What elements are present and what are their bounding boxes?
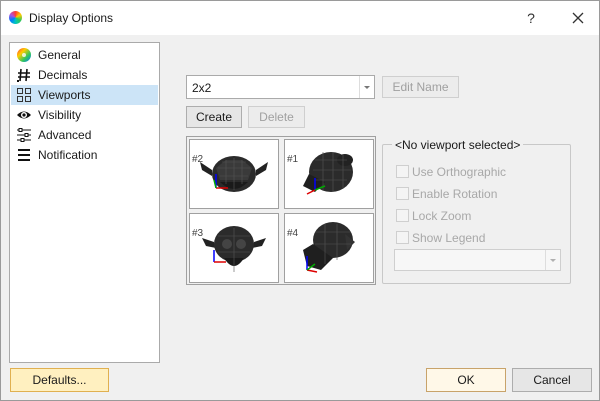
close-icon[interactable] — [565, 7, 591, 29]
sidebar-item-viewports[interactable]: Viewports — [11, 85, 158, 105]
sidebar-item-label: Decimals — [38, 68, 88, 82]
group-title: <No viewport selected> — [392, 138, 524, 152]
eye-icon — [16, 107, 32, 123]
sidebar-nav: General Decimals Viewports Visibility Ad… — [9, 42, 160, 363]
edit-name-button[interactable]: Edit Name — [382, 76, 459, 98]
sidebar-item-decimals[interactable]: Decimals — [11, 65, 158, 85]
create-button[interactable]: Create — [186, 106, 242, 128]
legend-select[interactable] — [394, 249, 561, 271]
sliders-icon — [16, 127, 32, 143]
monkey-head-icon — [200, 156, 268, 192]
show-legend-checkbox[interactable] — [396, 231, 409, 244]
checkbox-label: Show Legend — [412, 231, 486, 245]
hash-icon — [16, 67, 32, 83]
sidebar-item-label: Notification — [38, 148, 98, 162]
sidebar-item-notification[interactable]: Notification — [11, 145, 158, 165]
viewport-label: #1 — [287, 154, 299, 165]
display-options-dialog: Display Options ? General Decimals Viewp… — [0, 0, 600, 401]
delete-button[interactable]: Delete — [248, 106, 305, 128]
viewport-grid: #2 #1 #3 #4 — [186, 136, 376, 285]
viewport-cell[interactable]: #1 — [284, 139, 374, 209]
viewport-label: #4 — [287, 228, 299, 239]
help-button[interactable]: ? — [519, 7, 543, 29]
sidebar-item-visibility[interactable]: Visibility — [11, 105, 158, 125]
checkbox-label: Enable Rotation — [412, 187, 498, 201]
monkey-head-icon — [303, 222, 355, 273]
viewport-label: #3 — [192, 228, 204, 239]
monkey-head-icon — [202, 226, 266, 272]
title-bar: Display Options ? — [1, 1, 599, 35]
cancel-button[interactable]: Cancel — [512, 368, 592, 392]
chevron-down-icon[interactable] — [545, 250, 560, 270]
grid-icon — [16, 87, 32, 103]
layout-combo-value: 2x2 — [192, 81, 212, 95]
layout-combo[interactable]: 2x2 — [186, 75, 375, 99]
checkbox-label: Lock Zoom — [412, 209, 472, 223]
lock-zoom-checkbox[interactable] — [396, 209, 409, 222]
sidebar-item-label: Viewports — [38, 88, 91, 102]
viewport-cell[interactable]: #4 — [284, 213, 374, 283]
viewport-label: #2 — [192, 154, 204, 165]
ok-button[interactable]: OK — [426, 368, 506, 392]
use-orthographic-checkbox[interactable] — [396, 165, 409, 178]
sidebar-item-label: Advanced — [38, 128, 92, 142]
viewport-cell[interactable]: #3 — [189, 213, 279, 283]
defaults-button[interactable]: Defaults... — [10, 368, 109, 392]
chevron-down-icon[interactable] — [359, 76, 374, 98]
sidebar-item-label: General — [38, 48, 81, 62]
checkbox-label: Use Orthographic — [412, 165, 507, 179]
list-icon — [16, 147, 32, 163]
window-title: Display Options — [29, 11, 114, 25]
color-wheel-icon — [16, 47, 32, 63]
monkey-head-icon — [303, 152, 353, 195]
sidebar-item-label: Visibility — [38, 108, 82, 122]
sidebar-item-advanced[interactable]: Advanced — [11, 125, 158, 145]
color-wheel-icon — [9, 11, 22, 24]
sidebar-item-general[interactable]: General — [11, 45, 158, 65]
viewport-cell[interactable]: #2 — [189, 139, 279, 209]
enable-rotation-checkbox[interactable] — [396, 187, 409, 200]
